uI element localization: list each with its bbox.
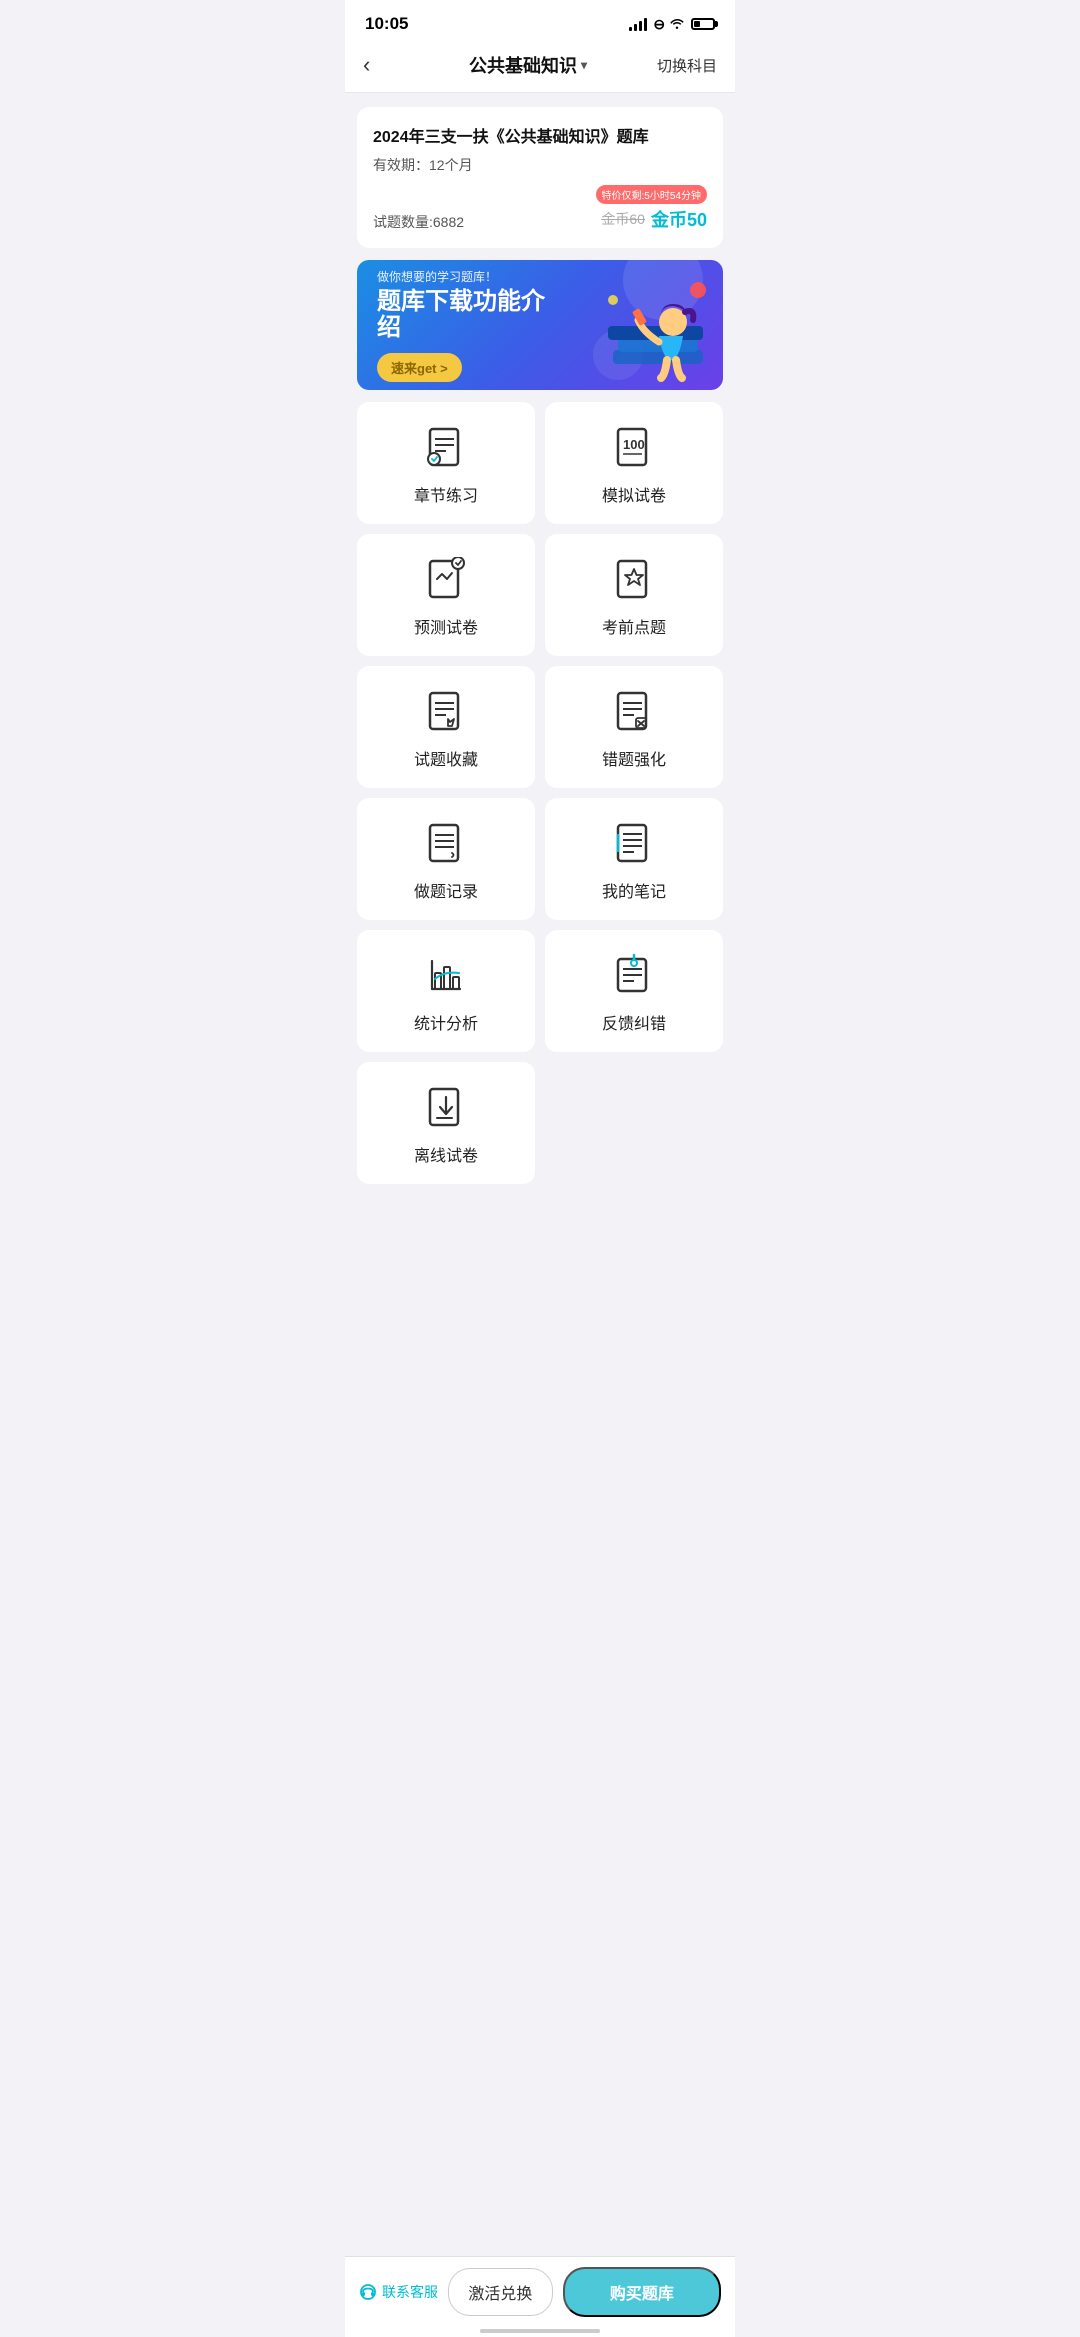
main-content: 2024年三支一扶《公共基础知识》题库 有效期：12个月 试题数量:6882 特… [345, 93, 735, 1290]
wrong-label: 错题强化 [602, 746, 666, 770]
predict-icon [421, 554, 471, 604]
menu-item-wrong[interactable]: 错题强化 [545, 666, 723, 788]
menu-item-collect[interactable]: 试题收藏 [357, 666, 535, 788]
history-label: 做题记录 [414, 878, 478, 902]
product-title: 2024年三支一扶《公共基础知识》题库 [373, 123, 707, 147]
original-price: 金币60 [601, 209, 645, 229]
product-count: 试题数量:6882 [373, 212, 464, 232]
svg-text:100: 100 [623, 437, 645, 452]
battery-icon [691, 18, 715, 30]
product-bottom-row: 试题数量:6882 特价仅剩:5小时54分钟 金币60 金币50 [373, 185, 707, 232]
stats-icon [421, 950, 471, 1000]
menu-grid: 章节练习 100 模拟试卷 预测 [357, 402, 723, 1184]
predict-label: 预测试卷 [414, 614, 478, 638]
bottom-bar: 联系客服 激活兑换 购买题库 [345, 2256, 735, 2337]
stats-label: 统计分析 [414, 1010, 478, 1034]
banner[interactable]: 做你想要的学习题库！ 题库下载功能介绍 速来get > [357, 260, 723, 390]
keypoints-label: 考前点题 [602, 614, 666, 638]
status-bar: 10:05 ⊖ [345, 0, 735, 42]
headset-icon [359, 2283, 377, 2301]
activate-button[interactable]: 激活兑换 [448, 2268, 553, 2316]
menu-item-history[interactable]: 做题记录 [357, 798, 535, 920]
menu-item-feedback[interactable]: 反馈纠错 [545, 930, 723, 1052]
nav-title-area[interactable]: 公共基础知识 ▾ [469, 52, 587, 78]
chapter-icon [421, 422, 471, 472]
back-button[interactable]: ‹ [363, 52, 399, 78]
collect-icon [421, 686, 471, 736]
banner-illustration [573, 260, 723, 390]
menu-item-keypoints[interactable]: 考前点题 [545, 534, 723, 656]
status-icons: ⊖ [629, 16, 715, 33]
time-display: 10:05 [365, 14, 408, 34]
chapter-label: 章节练习 [414, 482, 478, 506]
price-tag: 特价仅剩:5小时54分钟 [596, 185, 707, 204]
feedback-label: 反馈纠错 [602, 1010, 666, 1034]
collect-label: 试题收藏 [414, 746, 478, 770]
feedback-icon [609, 950, 659, 1000]
banner-left: 做你想要的学习题库！ 题库下载功能介绍 速来get > [357, 260, 573, 390]
current-price: 金币50 [651, 206, 707, 232]
home-indicator [480, 2329, 600, 2333]
notes-icon [609, 818, 659, 868]
menu-item-predict[interactable]: 预测试卷 [357, 534, 535, 656]
menu-item-offline[interactable]: 离线试卷 [357, 1062, 535, 1184]
menu-item-stats[interactable]: 统计分析 [357, 930, 535, 1052]
menu-item-notes[interactable]: 我的笔记 [545, 798, 723, 920]
menu-item-chapter[interactable]: 章节练习 [357, 402, 535, 524]
product-card: 2024年三支一扶《公共基础知识》题库 有效期：12个月 试题数量:6882 特… [357, 107, 723, 248]
nav-header: ‹ 公共基础知识 ▾ 切换科目 [345, 42, 735, 93]
history-icon [421, 818, 471, 868]
product-validity: 有效期：12个月 [373, 155, 707, 175]
offline-label: 离线试卷 [414, 1142, 478, 1166]
switch-subject-button[interactable]: 切换科目 [657, 55, 717, 76]
dropdown-icon: ▾ [581, 58, 587, 72]
product-price-area: 特价仅剩:5小时54分钟 金币60 金币50 [596, 185, 707, 232]
mock-label: 模拟试卷 [602, 482, 666, 506]
banner-button[interactable]: 速来get > [377, 353, 462, 382]
price-row: 金币60 金币50 [601, 206, 707, 232]
nav-title: 公共基础知识 [469, 52, 577, 78]
mock-icon: 100 [609, 422, 659, 472]
offline-icon [421, 1082, 471, 1132]
notes-label: 我的笔记 [602, 878, 666, 902]
banner-title: 题库下载功能介绍 [377, 289, 553, 342]
signal-icon [629, 17, 647, 31]
wifi-icon: ⊖ [653, 16, 685, 33]
service-button[interactable]: 联系客服 [359, 2282, 438, 2302]
service-label: 联系客服 [382, 2282, 438, 2302]
menu-item-mock[interactable]: 100 模拟试卷 [545, 402, 723, 524]
banner-subtitle: 做你想要的学习题库！ [377, 268, 553, 285]
keypoints-icon [609, 554, 659, 604]
wrong-icon [609, 686, 659, 736]
buy-button[interactable]: 购买题库 [563, 2267, 721, 2317]
